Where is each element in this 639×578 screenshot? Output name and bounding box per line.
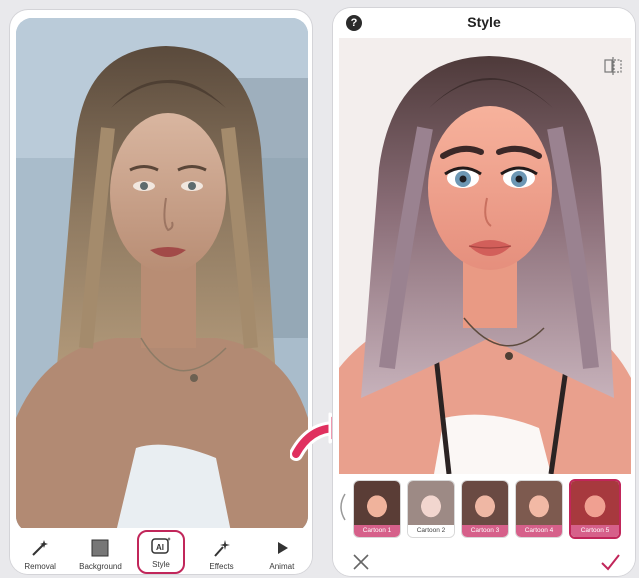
cartoon-portrait-illustration [339,38,631,474]
style-thumb-cartoon-3[interactable]: Cartoon 3 [461,480,509,538]
scroll-left-icon[interactable] [335,492,347,522]
thumb-preview [571,481,619,527]
styled-photo-preview [339,38,631,474]
page-title: Style [467,14,501,30]
thumb-label: Cartoon 3 [462,525,508,537]
style-thumbnail-strip: Cartoon 1 Cartoon 2 Cartoon 3 Cartoon 4 … [333,474,635,542]
thumb-label: Cartoon 1 [354,525,400,537]
original-photo-screen: Removal Background AI Style Effects Anim… [10,10,312,574]
edit-toolbar: Removal Background AI Style Effects Anim… [10,528,312,574]
original-photo [16,18,308,532]
toolbar-label-style: Style [152,560,170,569]
close-icon[interactable] [351,552,371,572]
toolbar-label-animate: Animat [269,562,295,571]
thumb-preview [462,481,508,527]
thumb-label: Cartoon 5 [571,525,619,537]
background-icon [89,538,111,558]
toolbar-item-background[interactable]: Background [70,532,130,574]
toolbar-label-effects: Effects [209,562,234,571]
style-header: ? Style [333,8,635,38]
style-thumb-cartoon-1[interactable]: Cartoon 1 [353,480,401,538]
toolbar-item-style[interactable]: AI Style [136,530,186,574]
thumb-preview [516,481,562,527]
svg-text:AI: AI [156,543,164,552]
effects-icon [211,538,233,558]
thumb-label: Cartoon 2 [408,525,454,537]
style-thumb-cartoon-5[interactable]: Cartoon 5 [569,479,621,539]
thumb-preview [408,481,454,527]
animate-icon [271,538,293,558]
style-thumb-cartoon-4[interactable]: Cartoon 4 [515,480,563,538]
magic-wand-icon [29,538,51,558]
toolbar-label-removal: Removal [24,562,56,571]
toolbar-item-animate[interactable]: Animat [252,532,312,574]
compare-icon[interactable] [603,56,623,76]
original-portrait-illustration [16,18,308,532]
apply-check-icon[interactable] [599,552,621,572]
ai-style-icon: AI [150,536,172,556]
toolbar-label-background: Background [79,562,122,571]
toolbar-item-effects[interactable]: Effects [191,532,251,574]
thumb-preview [354,481,400,527]
action-bar [333,546,635,576]
thumb-label: Cartoon 4 [516,525,562,537]
toolbar-item-removal[interactable]: Removal [10,532,70,574]
style-thumb-cartoon-2[interactable]: Cartoon 2 [407,480,455,538]
style-editor-screen: ? Style Cartoon 1 Cartoon 2 Cartoon 3 Ca… [333,8,635,576]
